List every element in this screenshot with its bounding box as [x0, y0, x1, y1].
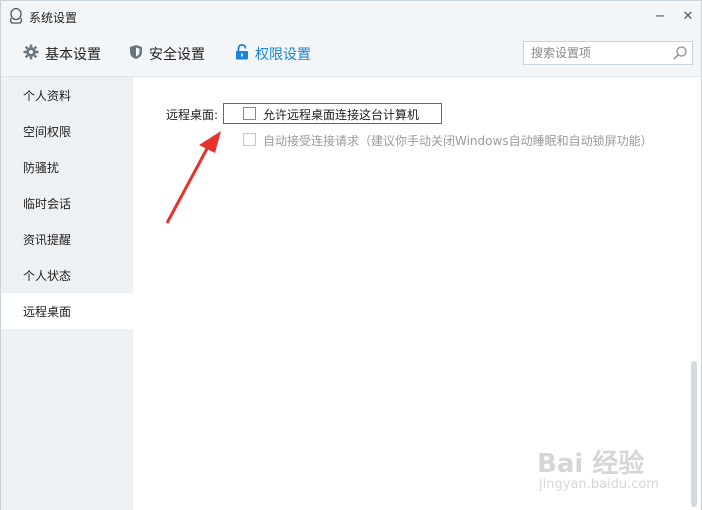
tab-label: 权限设置 — [255, 47, 311, 63]
sidebar-item-news-reminder[interactable]: 资讯提醒 — [1, 221, 133, 257]
sidebar-item-anti-harassment[interactable]: 防骚扰 — [1, 149, 133, 185]
tab-permission-settings[interactable]: 权限设置 — [235, 43, 311, 65]
sidebar-item-profile[interactable]: 个人资料 — [1, 77, 133, 113]
sidebar-item-remote-desktop[interactable]: 远程桌面 — [1, 293, 133, 329]
allow-remote-desktop-label[interactable]: 允许远程桌面连接这台计算机 — [263, 106, 419, 123]
sidebar-item-personal-status[interactable]: 个人状态 — [1, 257, 133, 293]
window-title: 系统设置 — [29, 11, 78, 25]
lock-icon — [235, 44, 255, 64]
tab-basic-settings[interactable]: 基本设置 — [23, 43, 101, 65]
settings-window: 系统设置 − ✕ 基本设置 安全设置 权限设置 搜索设置项 个人资料 空间权限 … — [0, 0, 702, 510]
remote-desktop-label: 远程桌面: — [166, 108, 219, 122]
tab-security-settings[interactable]: 安全设置 — [129, 43, 205, 65]
penguin-icon — [9, 7, 23, 24]
shield-icon — [129, 44, 149, 64]
watermark-logo: Bai 经验 — [537, 449, 645, 479]
sidebar: 个人资料 空间权限 防骚扰 临时会话 资讯提醒 个人状态 远程桌面 — [1, 77, 133, 510]
watermark-url: jingyan.baidu.com — [539, 477, 659, 492]
search-box[interactable] — [523, 41, 693, 65]
red-arrow-annotation — [165, 131, 221, 224]
sidebar-item-temp-chat[interactable]: 临时会话 — [1, 185, 133, 221]
search-input[interactable] — [524, 42, 664, 64]
top-nav: 基本设置 安全设置 权限设置 — [1, 31, 701, 77]
auto-accept-label: 自动接受连接请求（建议你手动关闭Windows自动睡眠和自动锁屏功能） — [263, 134, 653, 148]
minimize-button[interactable]: − — [651, 7, 669, 25]
auto-accept-checkbox — [243, 133, 256, 146]
close-button[interactable]: ✕ — [679, 7, 697, 25]
tab-label: 安全设置 — [149, 47, 205, 63]
tab-label: 基本设置 — [45, 47, 101, 63]
scrollbar[interactable] — [691, 361, 697, 507]
gear-icon — [23, 44, 45, 64]
allow-remote-desktop-checkbox[interactable] — [243, 107, 256, 120]
title-bar: 系统设置 − ✕ — [1, 1, 701, 31]
baidu-watermark: Bai 经验 jingyan.baidu.com — [537, 439, 667, 499]
sidebar-item-space-permission[interactable]: 空间权限 — [1, 113, 133, 149]
search-icon[interactable] — [672, 45, 688, 64]
